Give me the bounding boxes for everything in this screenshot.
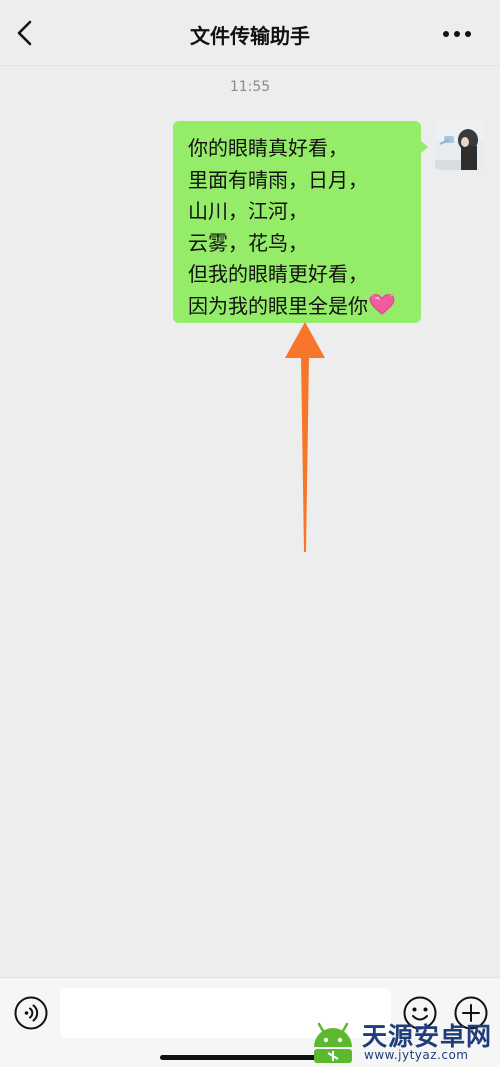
more-dots-icon <box>443 31 471 37</box>
message-bubble[interactable]: 你的眼睛真好看， 里面有晴雨，日月， 山川，江河， 云雾，花鸟， 但我的眼睛更好… <box>173 121 421 323</box>
message-timestamp: 11:55 <box>229 79 271 95</box>
message-line: 山川，江河， <box>188 199 308 223</box>
watermark: 天源安卓网 www.jytyaz.com <box>306 1015 500 1067</box>
heart-emoji-icon <box>369 291 395 315</box>
android-logo-icon <box>314 1022 352 1063</box>
message-line-last: 因为我的眼里全是你 <box>188 291 407 323</box>
voice-button[interactable] <box>13 995 49 1031</box>
bubble-tail <box>420 140 428 154</box>
user-avatar[interactable] <box>435 120 485 170</box>
message-line: 里面有晴雨，日月， <box>188 167 368 192</box>
chat-header: 文件传输助手 <box>0 0 500 66</box>
voice-icon <box>14 996 48 1030</box>
up-arrow-annotation <box>285 322 325 552</box>
chat-title: 文件传输助手 <box>190 24 310 48</box>
more-button[interactable] <box>440 23 480 45</box>
watermark-url: www.jytyaz.com <box>364 1048 469 1062</box>
chat-screen: 文件传输助手 11:55 你的眼睛真好看， 里面有晴雨，日月， 山川，江河， 云… <box>0 0 500 1067</box>
message-line-text: 因为我的眼里全是你 <box>188 293 368 318</box>
avatar-image <box>435 120 485 170</box>
message-line: 但我的眼睛更好看， <box>188 262 368 286</box>
message-line: 你的眼睛真好看， <box>188 136 348 160</box>
message-line: 云雾，花鸟， <box>188 230 308 255</box>
